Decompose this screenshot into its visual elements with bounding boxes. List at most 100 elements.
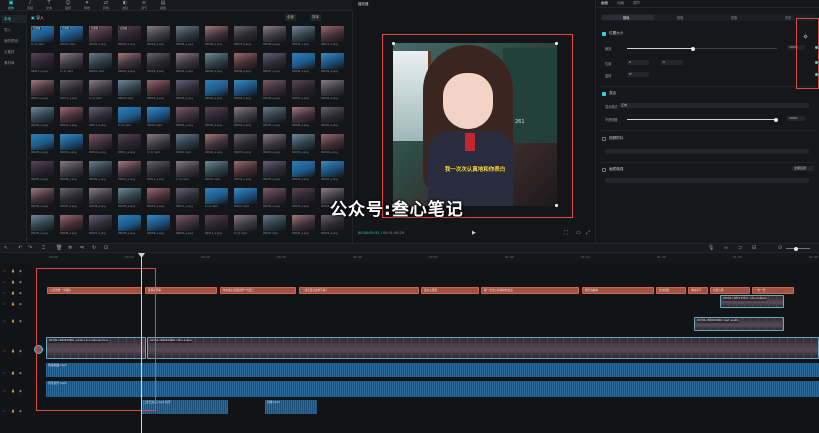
video-clip[interactable]: 00346-2600929001 best quality	[694, 317, 784, 331]
media-thumbnail[interactable]: 00009_a.png	[31, 107, 54, 128]
media-thumbnail[interactable]: 00005_a.png	[321, 161, 344, 182]
media-thumbnail[interactable]: 00006_a.png	[60, 215, 83, 236]
position-x-field[interactable]: 0	[627, 60, 649, 65]
blend-mode-select[interactable]: 正常	[619, 103, 809, 108]
subtab-basic[interactable]: 基础	[623, 15, 629, 20]
media-thumbnail[interactable]: 00001.mp4	[176, 134, 199, 155]
preview-canvas[interactable]: 261 我一次次认真地和你表白	[393, 43, 557, 206]
media-thumbnail[interactable]: 00003_a.png	[234, 134, 257, 155]
lock-icon[interactable]: 🔒	[11, 409, 15, 413]
media-thumbnail[interactable]: 00008_a.png	[118, 215, 141, 236]
nav-item-3[interactable]: 云素材	[2, 48, 26, 56]
media-thumbnail[interactable]: 00002_a.png	[263, 188, 286, 209]
toolbar-button-effects[interactable]: ✦ 特效	[78, 0, 96, 11]
media-thumbnail[interactable]: 00011_a.png	[60, 80, 83, 101]
media-thumbnail[interactable]: 00004_a.png	[234, 107, 257, 128]
media-thumbnail[interactable]: 00008_a.png	[31, 134, 54, 155]
undo-icon[interactable]: ↶	[18, 245, 22, 251]
media-thumbnail[interactable]: 00010_a.png	[60, 107, 83, 128]
media-thumbnail[interactable]: 00011_a.png	[89, 107, 112, 128]
media-thumbnail[interactable]: 00003_a.png	[292, 188, 315, 209]
media-thumbnail[interactable]: 00004_a.png	[292, 161, 315, 182]
subtitle-clip[interactable]: 一段恋爱就这样写成了	[299, 287, 419, 294]
media-thumbnail[interactable]: 00010_a.png	[31, 80, 54, 101]
media-thumbnail[interactable]: 00010_a.png	[176, 215, 199, 236]
audio-clip[interactable]: 背景音乐.mp3	[46, 381, 819, 397]
video-clip[interactable]: 00345-1005133011 ultra-detailed	[720, 295, 784, 308]
freeze-icon[interactable]: ❄	[68, 245, 72, 251]
keyframe-dot-position[interactable]	[815, 61, 818, 64]
media-thumbnail[interactable]: 00006_a.png	[31, 188, 54, 209]
media-thumbnail[interactable]: 00011_a.png	[147, 161, 170, 182]
subtitle-clip[interactable]: 在我心里	[710, 287, 750, 294]
crop-icon[interactable]: ⊡	[104, 245, 108, 251]
magnet-icon[interactable]: ⊃	[738, 245, 742, 251]
visibility-icon[interactable]: ◉	[19, 389, 22, 393]
subtab-keying[interactable]: 抠像	[677, 15, 683, 20]
audio-clip[interactable]: 伤感歌曲.mp3	[46, 363, 819, 377]
media-thumbnail[interactable]: 00005_a.png	[234, 80, 257, 101]
media-thumbnail[interactable]: 00011_a.png	[205, 215, 228, 236]
media-thumbnail[interactable]: 00002_a.png	[176, 107, 199, 128]
select-tool-icon[interactable]: ↖	[4, 245, 8, 251]
filter-dropdown[interactable]: 排序	[310, 14, 321, 21]
media-thumbnail[interactable]: 0 (1).mp4	[89, 80, 112, 101]
scale-knob[interactable]	[691, 46, 695, 51]
media-thumbnail[interactable]: 00010_a.png	[147, 188, 170, 209]
media-thumbnail[interactable]: 00006_a.png	[292, 107, 315, 128]
enhance-checkbox[interactable]	[602, 168, 606, 172]
subtab-mask[interactable]: 蒙版	[731, 15, 737, 20]
toolbar-button-template[interactable]: ▤ 模板	[154, 0, 172, 11]
media-thumbnail[interactable]: 00010_a.png	[89, 134, 112, 155]
visibility-icon[interactable]: ◉	[19, 302, 22, 306]
media-thumbnail[interactable]: 00008_a.png	[292, 53, 315, 74]
media-thumbnail[interactable]: 00002_a.png 已添加	[89, 26, 112, 47]
media-thumbnail[interactable]: 00011_a.png	[118, 134, 141, 155]
media-thumbnail[interactable]: 00001.mp4	[263, 215, 286, 236]
nav-item-0[interactable]: 本地	[2, 15, 26, 23]
media-thumbnail[interactable]: 00002_a.png	[118, 53, 141, 74]
media-thumbnail[interactable]: 00006_a.png	[263, 80, 286, 101]
zoom-slider[interactable]	[786, 246, 810, 251]
position-checkbox[interactable]	[602, 32, 606, 36]
visibility-icon[interactable]: ◉	[19, 291, 22, 295]
toolbar-button-adjust[interactable]: ≋ 调节	[135, 0, 153, 11]
media-thumbnail[interactable]: 00002_a.png	[292, 215, 315, 236]
fullscreen-icon[interactable]: ⛶	[564, 230, 568, 236]
subtitle-clip[interactable]: 你在我心里面的那个位置上	[220, 287, 296, 294]
rotate-field[interactable]: 0°	[627, 72, 649, 77]
opacity-knob[interactable]	[774, 117, 778, 122]
media-thumbnail[interactable]: 00010_a.png	[321, 26, 344, 47]
media-thumbnail[interactable]: 00007_a.png	[89, 215, 112, 236]
media-thumbnail[interactable]: 00010_a.png	[118, 161, 141, 182]
lock-icon[interactable]: 🔒	[11, 389, 15, 393]
position-y-field[interactable]: 0	[661, 60, 683, 65]
lock-icon[interactable]: 🔒	[11, 269, 15, 273]
subtitle-clip[interactable]: 还在继续	[656, 287, 686, 294]
media-thumbnail[interactable]: 00005_a.png	[205, 53, 228, 74]
audio-clip[interactable]: 音效.mp3	[265, 400, 317, 414]
play-icon[interactable]: ▶	[472, 230, 476, 236]
media-thumbnail[interactable]: 00007_a.png	[234, 26, 257, 47]
zoom-knob[interactable]	[794, 246, 798, 251]
media-thumbnail[interactable]: 00005_a.png	[263, 107, 286, 128]
tab-picture[interactable]: 画面	[601, 1, 608, 6]
media-thumbnail[interactable]: 00009_a.png	[60, 134, 83, 155]
media-thumbnail[interactable]: 0 (1).mp4 已添加	[31, 26, 54, 47]
media-thumbnail[interactable]: 00008_a.png	[60, 161, 83, 182]
media-thumbnail[interactable]: 00003_a.png	[205, 107, 228, 128]
media-thumbnail[interactable]: 00007_a.png	[263, 53, 286, 74]
visibility-icon[interactable]: ◉	[19, 280, 22, 284]
media-thumbnail[interactable]: 00007_a.png	[31, 161, 54, 182]
lock-icon[interactable]: 🔒	[11, 291, 15, 295]
media-thumbnail[interactable]: 00004_a.png	[147, 26, 170, 47]
media-thumbnail[interactable]: 00003_a.png	[263, 161, 286, 182]
resize-handle-br[interactable]	[555, 204, 558, 207]
media-thumbnail[interactable]: 00007_a.png	[292, 80, 315, 101]
media-thumbnail[interactable]: 00006_a.png	[234, 53, 257, 74]
nav-item-2[interactable]: 我的预设	[2, 37, 26, 45]
media-thumbnail[interactable]: 00008_a.png	[321, 80, 344, 101]
toolbar-button-text[interactable]: T 文本	[40, 0, 58, 11]
subtitle-clip[interactable]: 爱在心里面	[421, 287, 479, 294]
visibility-icon[interactable]: ◉	[19, 319, 22, 323]
